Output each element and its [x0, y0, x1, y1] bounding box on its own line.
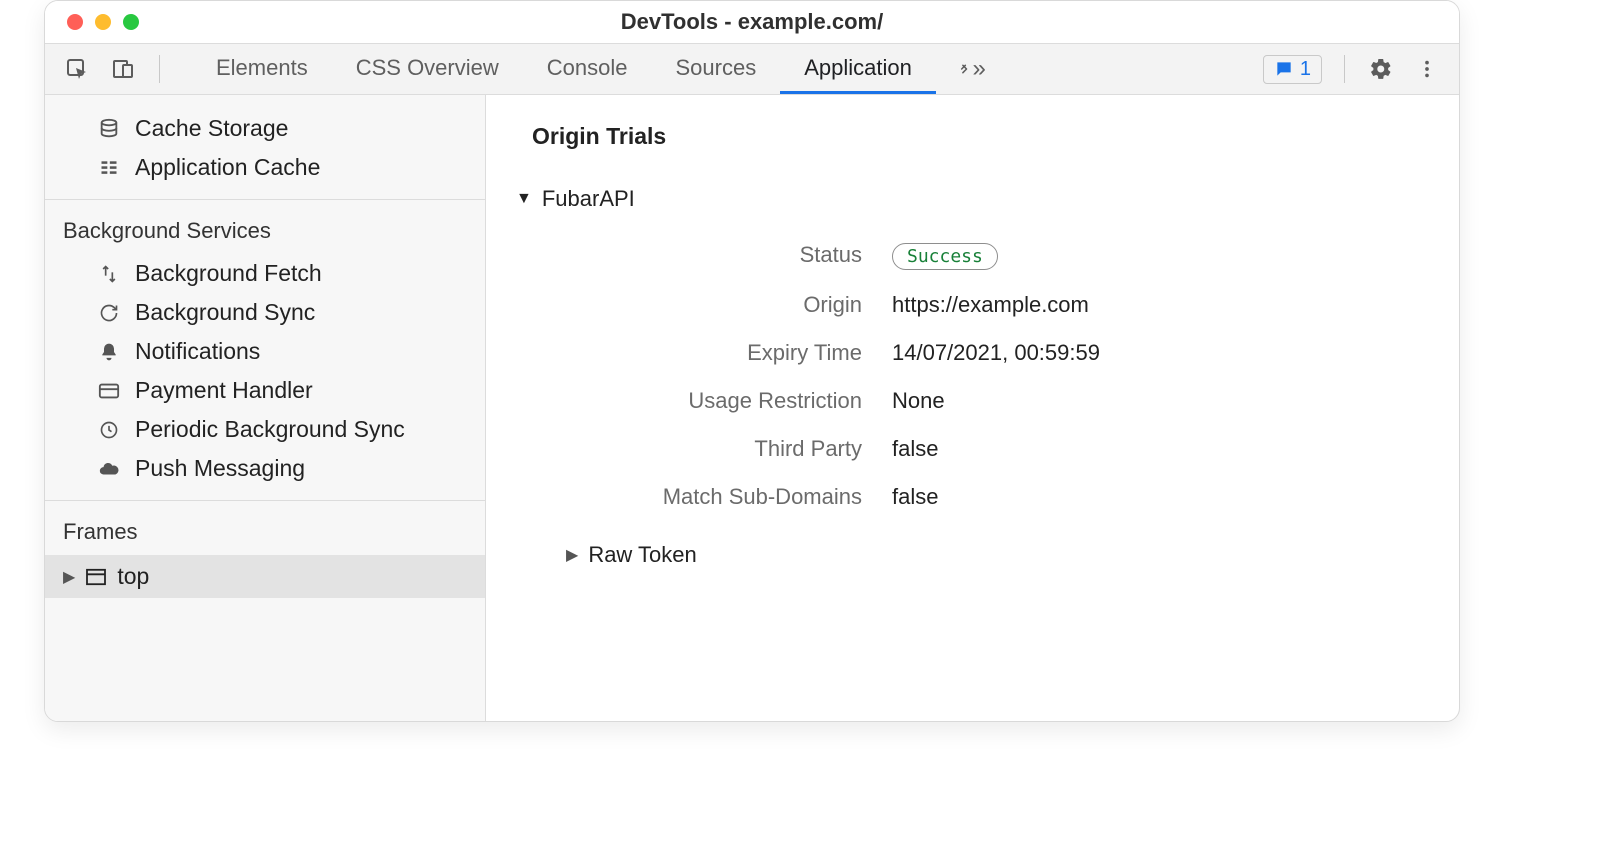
- status-badge: Success: [892, 243, 998, 270]
- sidebar-item-background-fetch[interactable]: Background Fetch: [45, 254, 485, 293]
- titlebar: DevTools - example.com/: [45, 1, 1459, 43]
- value-usage-restriction: None: [892, 388, 1413, 414]
- toolbar-separator: [159, 55, 160, 83]
- sidebar-item-periodic-background-sync[interactable]: Periodic Background Sync: [45, 410, 485, 449]
- sidebar-label: Background Fetch: [135, 260, 322, 287]
- sidebar-group-background-services: Background Services Background Fetch Bac…: [45, 200, 485, 501]
- tab-sources[interactable]: Sources: [651, 44, 780, 94]
- tab-css-overview[interactable]: CSS Overview: [332, 44, 523, 94]
- sidebar-label: Periodic Background Sync: [135, 416, 405, 443]
- transfer-icon: [97, 262, 121, 286]
- sidebar-label: Notifications: [135, 338, 260, 365]
- clock-icon: [97, 418, 121, 442]
- window-frame-icon: [85, 568, 107, 586]
- tab-console[interactable]: Console: [523, 44, 652, 94]
- application-sidebar: Cache Storage Application Cache Backgrou…: [45, 95, 486, 721]
- value-status: Success: [892, 242, 1413, 270]
- sidebar-label: Application Cache: [135, 154, 320, 181]
- close-window-button[interactable]: [67, 14, 83, 30]
- window-title: DevTools - example.com/: [45, 9, 1459, 35]
- issues-button[interactable]: 1: [1263, 55, 1322, 84]
- section-heading: Origin Trials: [532, 123, 1413, 150]
- sidebar-label: Push Messaging: [135, 455, 305, 482]
- sidebar-item-cache-storage[interactable]: Cache Storage: [45, 109, 485, 148]
- value-third-party: false: [892, 436, 1413, 462]
- grid-icon: [97, 156, 121, 180]
- tab-elements[interactable]: Elements: [192, 44, 332, 94]
- more-tabs-icon[interactable]: »: [958, 55, 986, 83]
- bell-icon: [97, 340, 121, 364]
- trial-details-table: Status Success Origin https://example.co…: [542, 242, 1413, 510]
- tab-application[interactable]: Application: [780, 44, 936, 94]
- panel-tabs: Elements CSS Overview Console Sources Ap…: [192, 44, 936, 94]
- sidebar-item-background-sync[interactable]: Background Sync: [45, 293, 485, 332]
- value-expiry: 14/07/2021, 00:59:59: [892, 340, 1413, 366]
- label-origin: Origin: [542, 292, 862, 318]
- label-expiry: Expiry Time: [542, 340, 862, 366]
- sidebar-group-title-frames: Frames: [45, 509, 485, 555]
- credit-card-icon: [97, 379, 121, 403]
- sidebar-item-frame-top[interactable]: ▶ top: [45, 555, 485, 598]
- inspect-element-icon[interactable]: [63, 55, 91, 83]
- label-usage-restriction: Usage Restriction: [542, 388, 862, 414]
- cloud-icon: [97, 457, 121, 481]
- sidebar-item-notifications[interactable]: Notifications: [45, 332, 485, 371]
- trial-name: FubarAPI: [542, 186, 635, 212]
- expand-triangle-icon: ▶: [566, 545, 578, 565]
- main-toolbar: Elements CSS Overview Console Sources Ap…: [45, 43, 1459, 95]
- raw-token-label: Raw Token: [588, 542, 696, 568]
- panel-body: Cache Storage Application Cache Backgrou…: [45, 95, 1459, 721]
- label-third-party: Third Party: [542, 436, 862, 462]
- origin-trial-item[interactable]: ▼ FubarAPI: [516, 186, 1413, 212]
- sidebar-group-frames: Frames: [45, 501, 485, 555]
- database-icon: [97, 117, 121, 141]
- value-origin: https://example.com: [892, 292, 1413, 318]
- sidebar-label: Background Sync: [135, 299, 315, 326]
- expand-triangle-icon: ▶: [63, 567, 75, 587]
- kebab-menu-icon[interactable]: [1413, 55, 1441, 83]
- sidebar-label: Cache Storage: [135, 115, 288, 142]
- maximize-window-button[interactable]: [123, 14, 139, 30]
- collapse-triangle-icon: ▼: [516, 190, 532, 208]
- sidebar-group-cache: Cache Storage Application Cache: [45, 95, 485, 200]
- sidebar-group-title: Background Services: [45, 208, 485, 254]
- issues-icon: [1274, 59, 1294, 79]
- sync-icon: [97, 301, 121, 325]
- sidebar-item-application-cache[interactable]: Application Cache: [45, 148, 485, 187]
- sidebar-item-push-messaging[interactable]: Push Messaging: [45, 449, 485, 488]
- frame-label: top: [117, 563, 149, 590]
- settings-icon[interactable]: [1367, 55, 1395, 83]
- raw-token-row[interactable]: ▶ Raw Token: [566, 542, 1413, 568]
- minimize-window-button[interactable]: [95, 14, 111, 30]
- toolbar-separator-2: [1344, 55, 1345, 83]
- label-status: Status: [542, 242, 862, 270]
- issues-count: 1: [1300, 58, 1311, 81]
- devtools-window: DevTools - example.com/ Elements CSS Ove…: [44, 0, 1460, 722]
- sidebar-label: Payment Handler: [135, 377, 313, 404]
- device-toggle-icon[interactable]: [109, 55, 137, 83]
- window-controls: [67, 14, 139, 30]
- sidebar-item-payment-handler[interactable]: Payment Handler: [45, 371, 485, 410]
- value-match-subdomains: false: [892, 484, 1413, 510]
- main-content: Origin Trials ▼ FubarAPI Status Success …: [486, 95, 1459, 721]
- label-match-subdomains: Match Sub-Domains: [542, 484, 862, 510]
